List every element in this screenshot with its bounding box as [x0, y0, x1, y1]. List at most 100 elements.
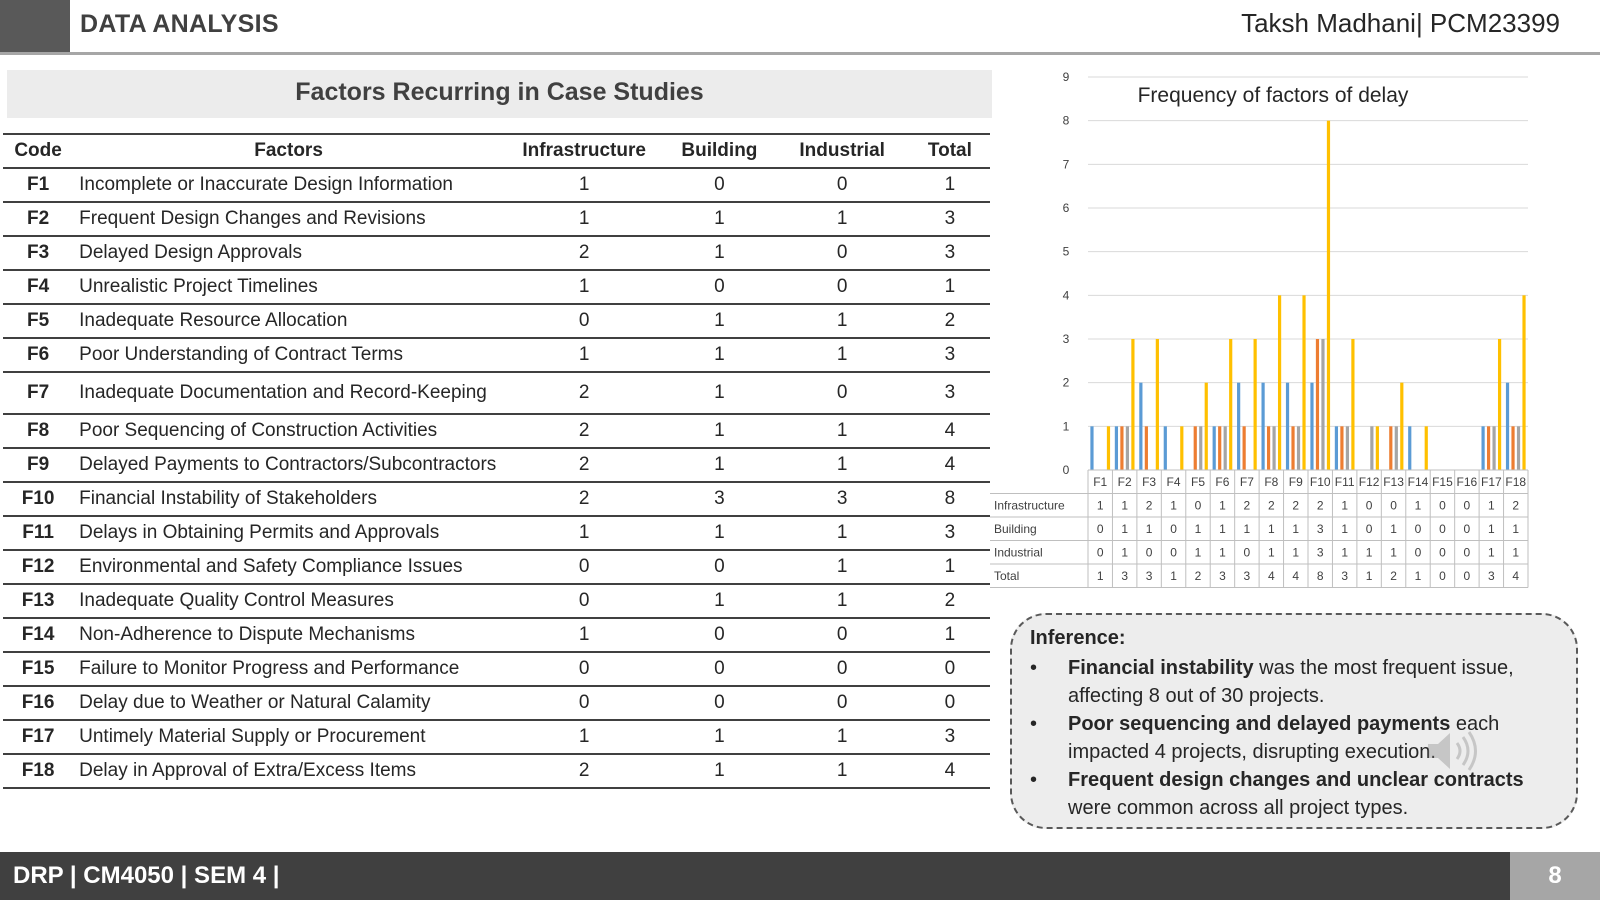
x-tick-label: F14: [1408, 475, 1429, 489]
total-cell: 1: [909, 550, 990, 585]
data-label: 1: [1341, 546, 1348, 560]
data-label: 0: [1439, 522, 1446, 536]
code-cell: F14: [3, 618, 74, 653]
building-cell: 1: [664, 202, 775, 237]
data-label: 3: [1219, 569, 1226, 583]
bar-industrial: [1321, 339, 1325, 470]
building-cell: 1: [664, 720, 775, 755]
building-cell: 0: [664, 652, 775, 687]
bar-building: [1511, 426, 1515, 470]
data-label: 2: [1292, 499, 1299, 513]
x-tick-label: F4: [1167, 475, 1181, 489]
factor-cell: Environmental and Safety Compliance Issu…: [73, 550, 504, 585]
data-label: 1: [1195, 522, 1202, 536]
data-label: 0: [1366, 499, 1373, 513]
x-tick-label: F2: [1118, 475, 1132, 489]
code-cell: F2: [3, 202, 74, 237]
infrastructure-cell: 1: [504, 516, 665, 551]
data-label: 1: [1244, 522, 1251, 536]
bar-total: [1302, 295, 1306, 470]
data-label: 1: [1195, 546, 1202, 560]
bar-total: [1204, 382, 1208, 470]
x-tick-label: F13: [1383, 475, 1404, 489]
data-label: 0: [1415, 546, 1422, 560]
inference-item: • Frequent design changes and unclear con…: [1030, 766, 1556, 822]
bar-building: [1315, 339, 1320, 470]
data-label: 3: [1488, 569, 1495, 583]
speaker-icon[interactable]: [1424, 728, 1484, 774]
y-tick-label: 0: [1063, 463, 1070, 477]
table-row: F14 Non-Adherence to Dispute Mechanisms 1 0…: [3, 618, 990, 653]
bar-total: [1277, 295, 1282, 470]
industrial-cell: 1: [774, 338, 910, 373]
code-cell: F12: [3, 550, 74, 585]
infrastructure-cell: 1: [504, 720, 665, 755]
infrastructure-cell: 2: [504, 372, 665, 415]
industrial-cell: 0: [774, 686, 910, 721]
bar-infrastructure: [1334, 426, 1339, 470]
y-tick-label: 3: [1063, 332, 1070, 346]
y-tick-label: 6: [1063, 201, 1070, 215]
table-row: F17 Untimely Material Supply or Procureme…: [3, 720, 990, 755]
table-row: F11 Delays in Obtaining Permits and Appro…: [3, 516, 990, 551]
infrastructure-cell: 2: [504, 414, 665, 449]
data-label: 0: [1464, 546, 1471, 560]
x-tick-label: F8: [1264, 475, 1278, 489]
bar-infrastructure: [1261, 382, 1265, 470]
bar-total: [1522, 295, 1526, 470]
y-tick-label: 5: [1063, 245, 1070, 259]
building-cell: 1: [664, 584, 775, 619]
industrial-cell: 1: [774, 720, 910, 755]
bar-infrastructure: [1139, 382, 1143, 470]
bar-total: [1155, 339, 1159, 470]
data-label: 0: [1439, 499, 1446, 513]
data-label: 1: [1170, 499, 1177, 513]
total-cell: 4: [909, 754, 990, 789]
data-label: 1: [1341, 499, 1348, 513]
header-industrial: Industrial: [774, 133, 910, 169]
building-cell: 0: [664, 550, 775, 585]
industrial-cell: 1: [774, 202, 910, 237]
data-label: 1: [1292, 546, 1299, 560]
data-label: 3: [1146, 569, 1153, 583]
data-label: 0: [1390, 499, 1397, 513]
infrastructure-cell: 2: [504, 448, 665, 483]
industrial-cell: 0: [774, 270, 910, 305]
inference-item-bold: Poor sequencing and delayed payments: [1068, 713, 1451, 735]
bar-total: [1351, 339, 1355, 470]
chart-title: Frequency of factors of delay: [1138, 84, 1409, 107]
header-building: Building: [664, 133, 775, 169]
data-label: 3: [1317, 522, 1324, 536]
industrial-cell: 1: [774, 754, 910, 789]
infrastructure-cell: 0: [504, 304, 665, 339]
bar-industrial: [1370, 426, 1374, 470]
building-cell: 0: [664, 168, 775, 203]
inference-item-text: were common across all project types.: [1068, 797, 1409, 819]
factor-cell: Incomplete or Inaccurate Design Informat…: [73, 168, 504, 203]
total-cell: 4: [909, 414, 990, 449]
infrastructure-cell: 1: [504, 270, 665, 305]
data-label: 1: [1219, 546, 1226, 560]
table-row: F8 Poor Sequencing of Construction Activi…: [3, 414, 990, 449]
y-tick-label: 7: [1063, 157, 1070, 171]
data-label: 1: [1366, 546, 1373, 560]
x-tick-label: F17: [1481, 475, 1502, 489]
header-accent-block: [0, 0, 70, 52]
total-cell: 3: [909, 202, 990, 237]
factor-cell: Delay due to Weather or Natural Calamity: [73, 686, 504, 721]
footer-course-label: DRP | CM4050 | SEM 4 |: [13, 862, 280, 889]
data-label: 1: [1219, 499, 1226, 513]
legend-label: Industrial: [994, 546, 1043, 560]
bar-total: [1424, 426, 1428, 470]
code-cell: F16: [3, 686, 74, 721]
bar-industrial: [1516, 426, 1521, 470]
bullet-icon: •: [1030, 713, 1038, 735]
bar-total: [1375, 426, 1379, 470]
total-cell: 4: [909, 448, 990, 483]
infrastructure-cell: 1: [504, 168, 665, 203]
header-divider: [0, 52, 1600, 55]
data-label: 1: [1097, 569, 1104, 583]
data-label: 0: [1097, 522, 1104, 536]
industrial-cell: 0: [774, 618, 910, 653]
bar-building: [1120, 426, 1124, 470]
